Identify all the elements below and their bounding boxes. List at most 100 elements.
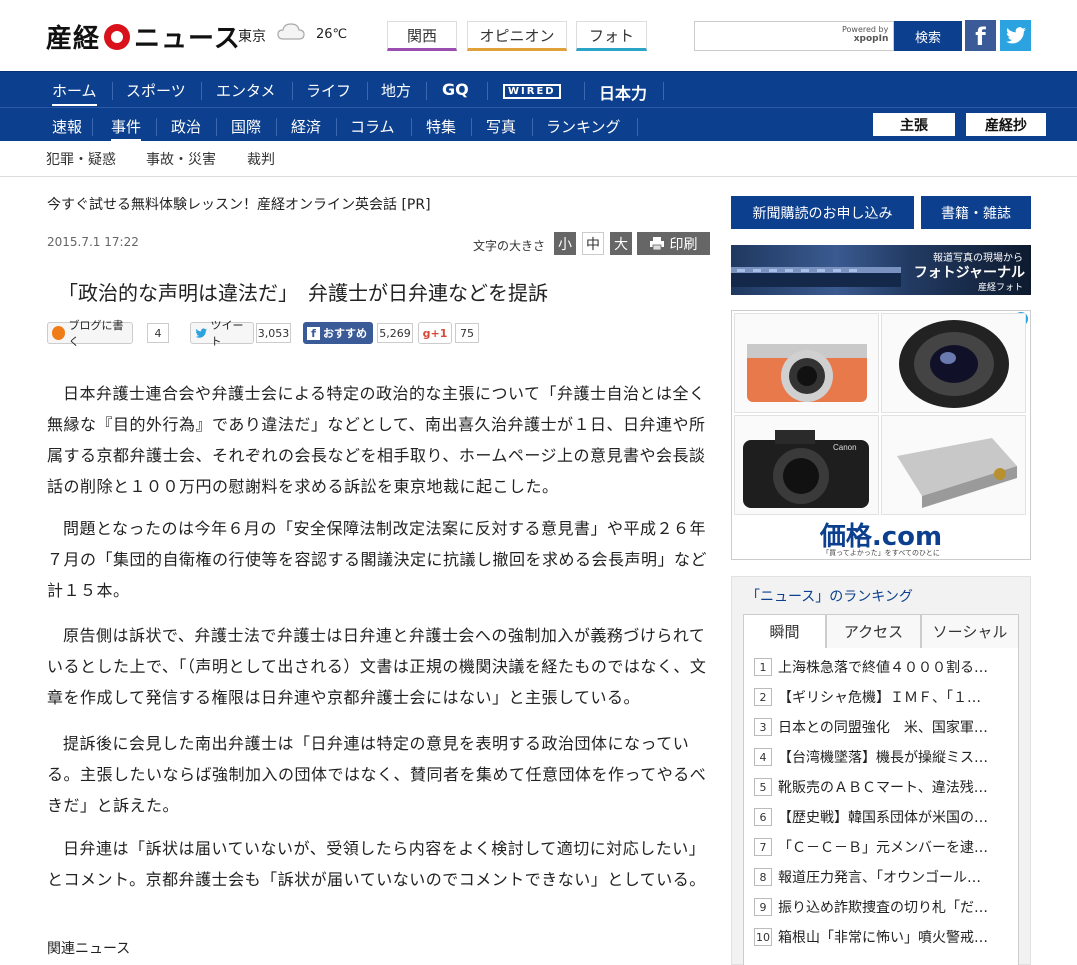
nav-politics[interactable]: 政治 — [171, 116, 201, 137]
editorial-button[interactable]: 主張 — [873, 113, 955, 136]
related-news-heading: 関連ニュース — [47, 941, 131, 957]
article-paragraph: 提訴後に会見した南出弁護士は「日弁連は特定の意見を表明する政治団体になっている。… — [47, 734, 707, 815]
article-paragraph: 日弁連は「訴状は届いていないが、受領したら内容をよく検討して適切に対応したい」と… — [47, 839, 706, 889]
pr-link[interactable]: 今すぐ試せる無料体験レッスン！産経オンライン英会話 [PR] — [47, 194, 431, 214]
nav-photos[interactable]: 写真 — [486, 116, 516, 137]
photo-button[interactable]: フォト — [576, 21, 647, 51]
nav-international[interactable]: 国際 — [231, 116, 261, 137]
nav-wired[interactable]: WIRED — [503, 84, 561, 99]
nav-sports[interactable]: スポーツ — [126, 80, 186, 101]
site-logo[interactable]: 産経 ニュース — [46, 18, 241, 55]
lens-icon — [899, 320, 1009, 408]
nav-features[interactable]: 特集 — [426, 116, 456, 137]
search-button[interactable]: 検索 — [894, 21, 962, 51]
canon-camera-icon: Canon — [743, 430, 869, 508]
ranking-number: 9 — [754, 898, 772, 916]
tab-social[interactable]: ソーシャル — [921, 614, 1019, 649]
banner-brand: 産経フォト — [977, 283, 1023, 293]
ranking-item[interactable]: 8 報道圧力発言、「オウンゴール… — [754, 862, 1012, 892]
opinion-button[interactable]: オピニオン — [467, 21, 567, 51]
subnav-accidents[interactable]: 事故・災害 — [146, 149, 216, 169]
nav-entame[interactable]: エンタメ — [216, 80, 276, 101]
ad-product-amp[interactable] — [881, 415, 1026, 515]
logo-mark-icon — [104, 23, 131, 50]
nav-life[interactable]: ライフ — [306, 80, 351, 101]
subnav-crime[interactable]: 犯罪・疑惑 — [46, 149, 116, 169]
twitter-bird-icon — [195, 327, 208, 338]
ranking-number: 10 — [754, 928, 772, 946]
tab-instant[interactable]: 瞬間 — [743, 614, 826, 649]
region-kansai-button[interactable]: 関西 — [387, 21, 457, 51]
ranking-number: 1 — [754, 658, 772, 676]
tab-access[interactable]: アクセス — [826, 614, 921, 649]
ranking-item[interactable]: 2 【ギリシャ危機】ＩＭＦ、「１… — [754, 682, 1012, 712]
nav-gq[interactable]: GQ — [442, 80, 469, 99]
ranking-item[interactable]: 1 上海株急落で終値４０００割る… — [754, 652, 1012, 682]
ranking-headline: 【台湾機墜落】機長が操縦ミス… — [778, 750, 988, 766]
nav-nipponryoku[interactable]: 日本力 — [599, 80, 647, 104]
nav-ranking[interactable]: ランキング — [546, 116, 621, 137]
nav-divider — [637, 118, 638, 136]
nav-divider — [663, 82, 664, 100]
photo-journal-banner[interactable]: 報道写真の現場から フォトジャーナル 産経フォト — [731, 245, 1031, 295]
article-paragraph: 問題となったのは今年６月の「安全保障法制改定法案に反対する意見書」や平成２６年７… — [47, 519, 708, 600]
ranking-item[interactable]: 4 【台湾機墜落】機長が操縦ミス… — [754, 742, 1012, 772]
nav-divider — [112, 82, 113, 100]
nav-economy[interactable]: 経済 — [291, 116, 321, 137]
svg-text:Canon: Canon — [833, 443, 857, 452]
ranking-item[interactable]: 9 振り込め詐欺捜査の切り札「だ… — [754, 892, 1012, 922]
nav-home[interactable]: ホーム — [52, 80, 97, 106]
article-paragraph: 日本弁護士連合会や弁護士会による特定の政治的な主張について「弁護士自治とは全く無… — [47, 384, 706, 496]
ranking-item[interactable]: 10 箱根山「非常に怖い」噴火警戒… — [754, 922, 1012, 952]
facebook-recommend-button[interactable]: f おすすめ — [303, 322, 373, 344]
ranking-item[interactable]: 6 【歴史戦】韓国系団体が米国の… — [754, 802, 1012, 832]
kakaku-ad[interactable]: i Canon 価格.com — [731, 310, 1031, 560]
blog-icon — [52, 326, 66, 340]
print-label: 印刷 — [669, 236, 698, 253]
nav-incidents[interactable]: 事件 — [111, 116, 142, 141]
blog-share-label: ブログに書く — [68, 319, 124, 348]
print-button[interactable]: 印刷 — [637, 232, 710, 255]
ranking-item[interactable]: 5 靴販売のＡＢＣマート、違法残… — [754, 772, 1012, 802]
nav-column[interactable]: コラム — [350, 116, 395, 137]
main-nav: ホーム スポーツ エンタメ ライフ 地方 GQ WIRED 日本力 — [0, 71, 1077, 107]
tweet-button[interactable]: ツイート — [190, 319, 254, 348]
font-size-medium-button[interactable]: 中 — [582, 232, 604, 255]
ranking-number: 5 — [754, 778, 772, 796]
ad-product-canon-camera[interactable]: Canon — [734, 415, 879, 515]
sankeisho-button[interactable]: 産経抄 — [966, 113, 1046, 136]
subscribe-button[interactable]: 新聞購読のお申し込み — [731, 196, 914, 229]
search-powered-by: Powered by xpopIn — [842, 25, 889, 44]
section-nav: 速報 事件 政治 国際 経済 コラム 特集 写真 ランキング 主張 産経抄 — [0, 107, 1077, 141]
blog-share-button[interactable]: ブログに書く — [47, 319, 133, 348]
subnav-trials[interactable]: 裁判 — [247, 149, 275, 169]
nav-breaking[interactable]: 速報 — [52, 116, 82, 137]
ranking-item[interactable]: 3 日本との同盟強化 米、国家軍… — [754, 712, 1012, 742]
blog-share-count: 4 — [147, 323, 169, 343]
kakaku-tagline: 「買ってよかった」をすべてのひとに — [822, 549, 940, 557]
facebook-icon[interactable]: f — [965, 20, 996, 51]
ad-product-lens[interactable] — [881, 313, 1026, 413]
ranking-item[interactable]: 7 「Ｃ－Ｃ－Ｂ」元メンバーを逮… — [754, 832, 1012, 862]
nav-local[interactable]: 地方 — [381, 80, 411, 101]
twitter-icon[interactable] — [1000, 20, 1031, 51]
nav-divider — [487, 82, 488, 100]
nav-divider — [471, 118, 472, 136]
nav-divider — [92, 118, 93, 136]
ranking-number: 6 — [754, 808, 772, 826]
ranking-number: 3 — [754, 718, 772, 736]
ranking-headline: 【歴史戦】韓国系団体が米国の… — [778, 810, 988, 826]
ranking-headline: 【ギリシャ危機】ＩＭＦ、「１… — [778, 690, 981, 706]
font-size-small-button[interactable]: 小 — [554, 232, 576, 255]
books-button[interactable]: 書籍・雑誌 — [921, 196, 1031, 229]
google-plus-button[interactable]: g+1 — [418, 322, 452, 344]
article-headline: 「政治的な声明は違法だ」 弁護士が日弁連などを提訴 — [58, 281, 548, 305]
ranking-number: 4 — [754, 748, 772, 766]
nav-divider — [216, 118, 217, 136]
font-size-large-button[interactable]: 大 — [610, 232, 632, 255]
nav-divider — [336, 118, 337, 136]
ad-product-camera-orange[interactable] — [734, 313, 879, 413]
nav-divider — [532, 118, 533, 136]
nav-divider — [276, 118, 277, 136]
train-image — [731, 267, 901, 287]
